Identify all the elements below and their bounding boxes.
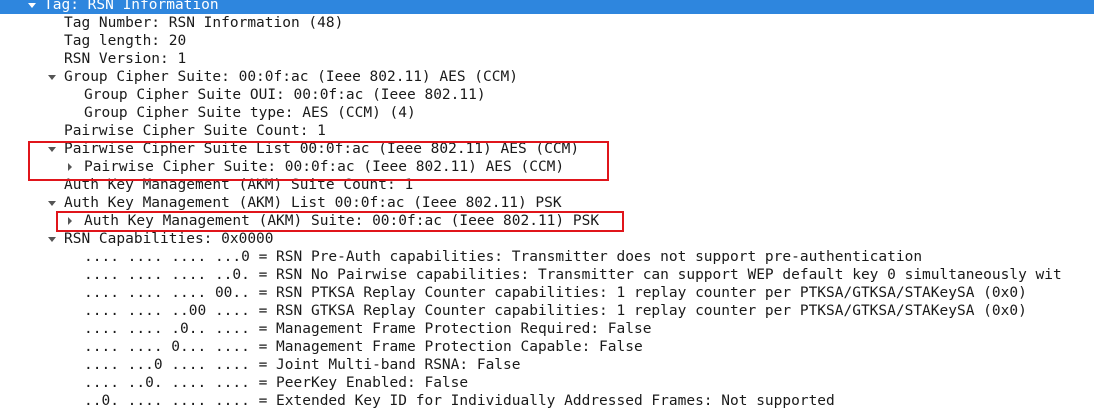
row-label: .... .... 0... .... = Management Frame P… [84,339,643,355]
tree-row-cap-peerkey[interactable]: .... ..0. .... .... = PeerKey Enabled: F… [0,374,1094,392]
row-label: .... .... .... ..0. = RSN No Pairwise ca… [84,267,1062,283]
tree-row-cap-gtksa[interactable]: .... .... ..00 .... = RSN GTKSA Replay C… [0,302,1094,320]
tree-row-cap-joint-multiband[interactable]: .... ...0 .... .... = Joint Multi-band R… [0,356,1094,374]
tree-row-cap-pre-auth[interactable]: .... .... .... ...0 = RSN Pre-Auth capab… [0,248,1094,266]
row-label: Tag length: 20 [64,33,187,49]
expand-arrow-icon[interactable] [46,230,58,248]
tree-row-cap-mfp-capable[interactable]: .... .... 0... .... = Management Frame P… [0,338,1094,356]
collapse-arrow-icon[interactable] [64,212,76,230]
tree-row-group-cipher-suite-oui[interactable]: Group Cipher Suite OUI: 00:0f:ac (Ieee 8… [0,86,1094,104]
row-label: Pairwise Cipher Suite: 00:0f:ac (Ieee 80… [84,159,565,175]
row-label: Auth Key Management (AKM) List 00:0f:ac … [64,195,562,211]
row-label: .... ...0 .... .... = Joint Multi-band R… [84,357,521,373]
packet-details-tree: Tag: RSN Information Tag Number: RSN Inf… [0,0,1094,410]
tree-row-tag-number[interactable]: Tag Number: RSN Information (48) [0,14,1094,32]
row-label: ..0. .... .... .... = Extended Key ID fo… [84,393,835,409]
tree-row-rsn-version[interactable]: RSN Version: 1 [0,50,1094,68]
row-label: Group Cipher Suite: 00:0f:ac (Ieee 802.1… [64,69,518,85]
tree-row-pairwise-cipher-suite-count[interactable]: Pairwise Cipher Suite Count: 1 [0,122,1094,140]
tree-row-cap-no-pairwise[interactable]: .... .... .... ..0. = RSN No Pairwise ca… [0,266,1094,284]
tree-row-tag-length[interactable]: Tag length: 20 [0,32,1094,50]
expand-arrow-icon[interactable] [26,0,38,14]
row-label: Tag: RSN Information [44,0,219,13]
row-label: RSN Version: 1 [64,51,187,67]
row-label: Pairwise Cipher Suite List 00:0f:ac (Iee… [64,141,580,157]
tree-row-cap-extended-key-id[interactable]: ..0. .... .... .... = Extended Key ID fo… [0,392,1094,410]
row-label: Pairwise Cipher Suite Count: 1 [64,123,326,139]
tree-row-tag-rsn-information[interactable]: Tag: RSN Information [0,0,1094,14]
tree-row-cap-mfp-required[interactable]: .... .... .0.. .... = Management Frame P… [0,320,1094,338]
collapse-arrow-icon[interactable] [64,158,76,176]
tree-row-pairwise-cipher-suite[interactable]: Pairwise Cipher Suite: 00:0f:ac (Ieee 80… [0,158,1094,176]
expand-arrow-icon[interactable] [46,194,58,212]
row-label: .... .... .... ...0 = RSN Pre-Auth capab… [84,249,923,265]
row-label: .... ..0. .... .... = PeerKey Enabled: F… [84,375,469,391]
row-label: RSN Capabilities: 0x0000 [64,231,274,247]
tree-row-akm-suite-count[interactable]: Auth Key Management (AKM) Suite Count: 1 [0,176,1094,194]
row-label: Auth Key Management (AKM) Suite: 00:0f:a… [84,213,600,229]
row-label: Group Cipher Suite OUI: 00:0f:ac (Ieee 8… [84,87,486,103]
expand-arrow-icon[interactable] [46,68,58,86]
row-label: Group Cipher Suite type: AES (CCM) (4) [84,105,416,121]
row-label: .... .... ..00 .... = RSN GTKSA Replay C… [84,303,1027,319]
tree-row-akm-suite[interactable]: Auth Key Management (AKM) Suite: 00:0f:a… [0,212,1094,230]
row-label: Auth Key Management (AKM) Suite Count: 1 [64,177,414,193]
tree-row-group-cipher-suite-type[interactable]: Group Cipher Suite type: AES (CCM) (4) [0,104,1094,122]
row-label: .... .... .... 00.. = RSN PTKSA Replay C… [84,285,1027,301]
tree-row-cap-ptksa[interactable]: .... .... .... 00.. = RSN PTKSA Replay C… [0,284,1094,302]
tree-row-rsn-capabilities[interactable]: RSN Capabilities: 0x0000 [0,230,1094,248]
tree-row-pairwise-cipher-suite-list[interactable]: Pairwise Cipher Suite List 00:0f:ac (Iee… [0,140,1094,158]
tree-row-group-cipher-suite[interactable]: Group Cipher Suite: 00:0f:ac (Ieee 802.1… [0,68,1094,86]
row-label: Tag Number: RSN Information (48) [64,15,344,31]
row-label: .... .... .0.. .... = Management Frame P… [84,321,652,337]
expand-arrow-icon[interactable] [46,140,58,158]
tree-row-akm-list[interactable]: Auth Key Management (AKM) List 00:0f:ac … [0,194,1094,212]
